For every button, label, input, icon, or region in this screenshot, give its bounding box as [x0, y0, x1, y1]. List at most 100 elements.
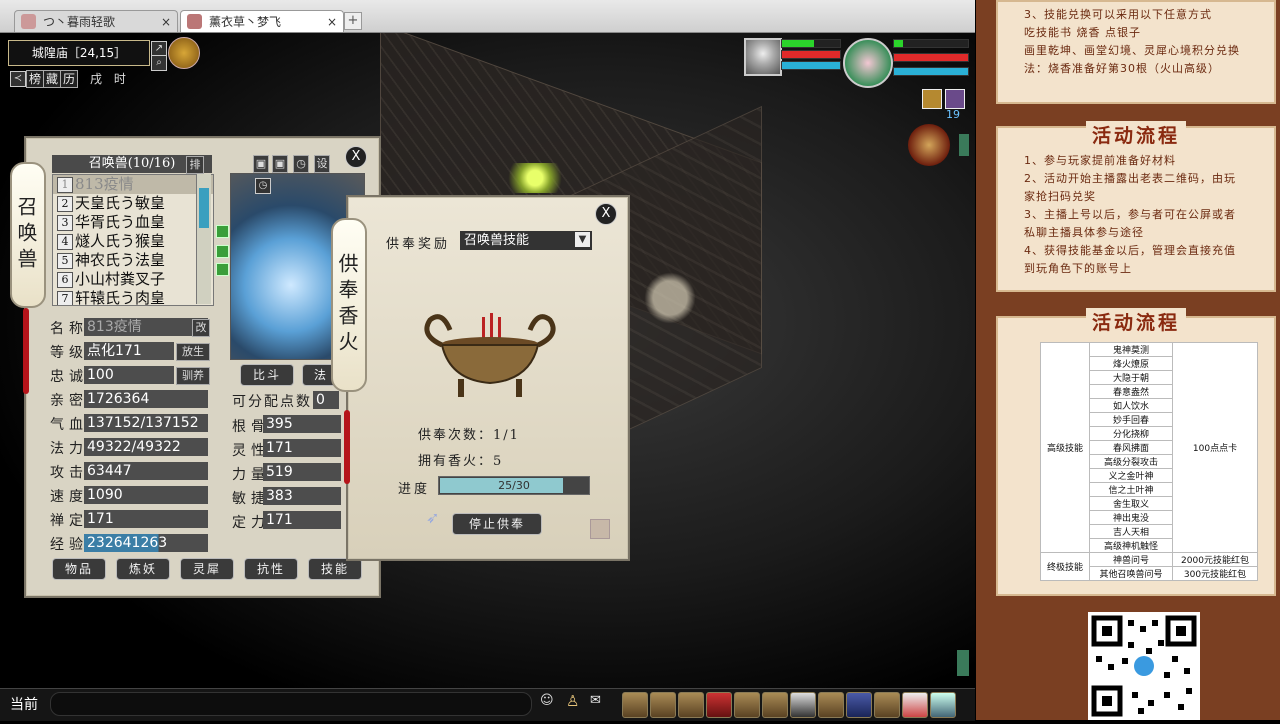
- lock-icon[interactable]: ▣: [253, 155, 269, 173]
- list-item[interactable]: 6 小山村粪叉子: [53, 270, 213, 289]
- share-icon[interactable]: ≺: [10, 71, 26, 87]
- event-badge-icon[interactable]: [168, 37, 200, 69]
- summon-icon[interactable]: [818, 692, 844, 718]
- book-icon[interactable]: [706, 692, 732, 718]
- skills-button[interactable]: 技能: [308, 558, 362, 580]
- offering-progress-bar: 25/30: [438, 476, 590, 495]
- tame-button[interactable]: 驯养: [176, 367, 210, 385]
- duel-button[interactable]: 比斗: [240, 364, 294, 386]
- tassel-decoration: [344, 410, 350, 484]
- calendar-icon[interactable]: [902, 692, 928, 718]
- list-item[interactable]: 5 神农氏う法皇: [53, 251, 213, 270]
- lock-icon[interactable]: ▣: [272, 155, 288, 173]
- attr-row: 名称: [50, 321, 88, 337]
- browser-tab-bar: つ丶暮雨轻歌 × 薰衣草丶梦飞 ×: [0, 0, 975, 33]
- skill-cell: 鬼神莫测: [1089, 342, 1173, 357]
- refine-button[interactable]: 炼妖: [116, 558, 170, 580]
- reward-cell: 2000元技能红包: [1172, 552, 1258, 567]
- message-icon[interactable]: ✉: [590, 693, 610, 711]
- tab-avatar-icon: [187, 14, 202, 29]
- resist-button[interactable]: 抗性: [244, 558, 298, 580]
- guild-icon[interactable]: [846, 692, 872, 718]
- clock-icon[interactable]: ◷: [293, 155, 309, 173]
- close-icon[interactable]: ×: [327, 11, 337, 33]
- equip-slot-icon[interactable]: [216, 225, 229, 238]
- process-steps: 1、参与玩家提前准备好材料 2、活动开始主播露出老表二维码，由玩 家抢扫码兑奖 …: [1024, 154, 1236, 275]
- skill-cell: 义之金叶神: [1089, 468, 1173, 483]
- reward-cell: 100点点卡: [1172, 342, 1258, 553]
- character-panel-icon[interactable]: [650, 692, 676, 718]
- pet-portrait[interactable]: [744, 38, 782, 76]
- bag-icon[interactable]: [678, 692, 704, 718]
- tab-first[interactable]: つ丶暮雨轻歌 ×: [14, 10, 178, 32]
- settings-icon[interactable]: 设: [314, 155, 330, 173]
- equip-slot-icon[interactable]: [216, 245, 229, 258]
- history-button[interactable]: 历: [60, 70, 78, 88]
- achievement-icon[interactable]: [908, 124, 950, 166]
- sort-button[interactable]: 排: [186, 156, 204, 174]
- meditation-field: 171: [84, 510, 208, 528]
- quest-icon[interactable]: [874, 692, 900, 718]
- scrollbar-thumb[interactable]: [199, 188, 209, 228]
- chat-input[interactable]: [50, 692, 532, 716]
- game-time: 戌 时: [90, 72, 130, 86]
- yinyang-icon[interactable]: [790, 692, 816, 718]
- side-expand-icon[interactable]: [959, 134, 969, 156]
- qr-code[interactable]: [1088, 612, 1200, 720]
- offering-scroll-title: 供奉香火: [331, 218, 367, 392]
- skill-bar-icon[interactable]: [622, 692, 648, 718]
- reward-table: 高级技能 鬼神莫测 100点点卡 烽火燎原 大隐于朝 春意盎然 如人饮水 妙手回春 分化挠柳 春风…: [1040, 342, 1258, 581]
- rename-button[interactable]: 改: [192, 319, 210, 337]
- player-portrait[interactable]: [843, 38, 893, 88]
- pet-list-scrollbar[interactable]: [196, 174, 211, 304]
- rank-button[interactable]: 榜: [26, 70, 44, 88]
- pet-mp-bar: [781, 50, 841, 59]
- stop-offering-button[interactable]: 停止供奉: [452, 513, 542, 535]
- character-icon[interactable]: ♙: [566, 692, 586, 714]
- skill-cell: 舍生取义: [1089, 496, 1173, 511]
- chat-channel-label[interactable]: 当前: [10, 694, 38, 714]
- rotate-icon[interactable]: ◷: [255, 178, 271, 194]
- list-item[interactable]: 1 813疫情: [53, 175, 213, 194]
- location-display: 城隍庙［24,15］: [8, 40, 150, 66]
- buff-counter: 19: [946, 108, 960, 121]
- spell-effect: [500, 163, 570, 193]
- pet-name-field[interactable]: 813疫情: [84, 318, 208, 336]
- release-button[interactable]: 放生: [176, 343, 210, 361]
- player-sp-bar: [893, 67, 969, 76]
- buff-icon[interactable]: [922, 89, 942, 109]
- skill-cell: 吉人天相: [1089, 524, 1173, 539]
- close-icon[interactable]: ×: [161, 11, 171, 33]
- collection-button[interactable]: 藏: [43, 70, 61, 88]
- close-button[interactable]: X: [595, 203, 617, 225]
- reward-select[interactable]: 召唤兽技能 ▼: [460, 231, 592, 250]
- buff-icon[interactable]: [945, 89, 965, 109]
- promo-top-text: 3、技能兑换可以采用以下任意方式 吃技能书 烧香 点银子 画里乾坤、画堂幻境、灵…: [1024, 8, 1240, 75]
- mp-field: 49322/49322: [84, 438, 208, 456]
- system-icon[interactable]: [930, 692, 956, 718]
- constitution-field: 395: [263, 415, 341, 433]
- list-item[interactable]: 4 燧人氏う猴皇: [53, 232, 213, 251]
- spirit-link-button[interactable]: 灵犀: [180, 558, 234, 580]
- new-tab-button[interactable]: +: [344, 12, 362, 30]
- list-item[interactable]: 2 天皇氏う敏皇: [53, 194, 213, 213]
- pet-list: 1 813疫情 2 天皇氏う敏皇 3 华胥氏う血皇 4 燧人氏う猴皇 5 神农氏う法皇 6…: [52, 174, 214, 306]
- team-icon[interactable]: [762, 692, 788, 718]
- items-button[interactable]: 物品: [52, 558, 106, 580]
- qr-code-icon: [1091, 615, 1197, 717]
- group-label: 高级技能: [1040, 342, 1090, 553]
- weapon-icon[interactable]: [734, 692, 760, 718]
- side-collapse-icon[interactable]: [957, 650, 969, 676]
- zoom-icon[interactable]: ⌕: [151, 55, 167, 71]
- equip-slot-icon[interactable]: [216, 263, 229, 276]
- tab-second[interactable]: 薰衣草丶梦飞 ×: [180, 10, 344, 32]
- list-item[interactable]: 7 轩辕氏う肉皇: [53, 289, 213, 305]
- chevron-down-icon[interactable]: ▼: [575, 232, 590, 247]
- reward-label: 供奉奖励: [386, 237, 451, 252]
- list-item[interactable]: 3 华胥氏う血皇: [53, 213, 213, 232]
- jar-prop: [640, 268, 700, 328]
- close-button[interactable]: X: [345, 146, 367, 168]
- speed-field: 1090: [84, 486, 208, 504]
- hp-field: 137152/137152: [84, 414, 208, 432]
- emoji-icon[interactable]: ☺: [540, 693, 560, 711]
